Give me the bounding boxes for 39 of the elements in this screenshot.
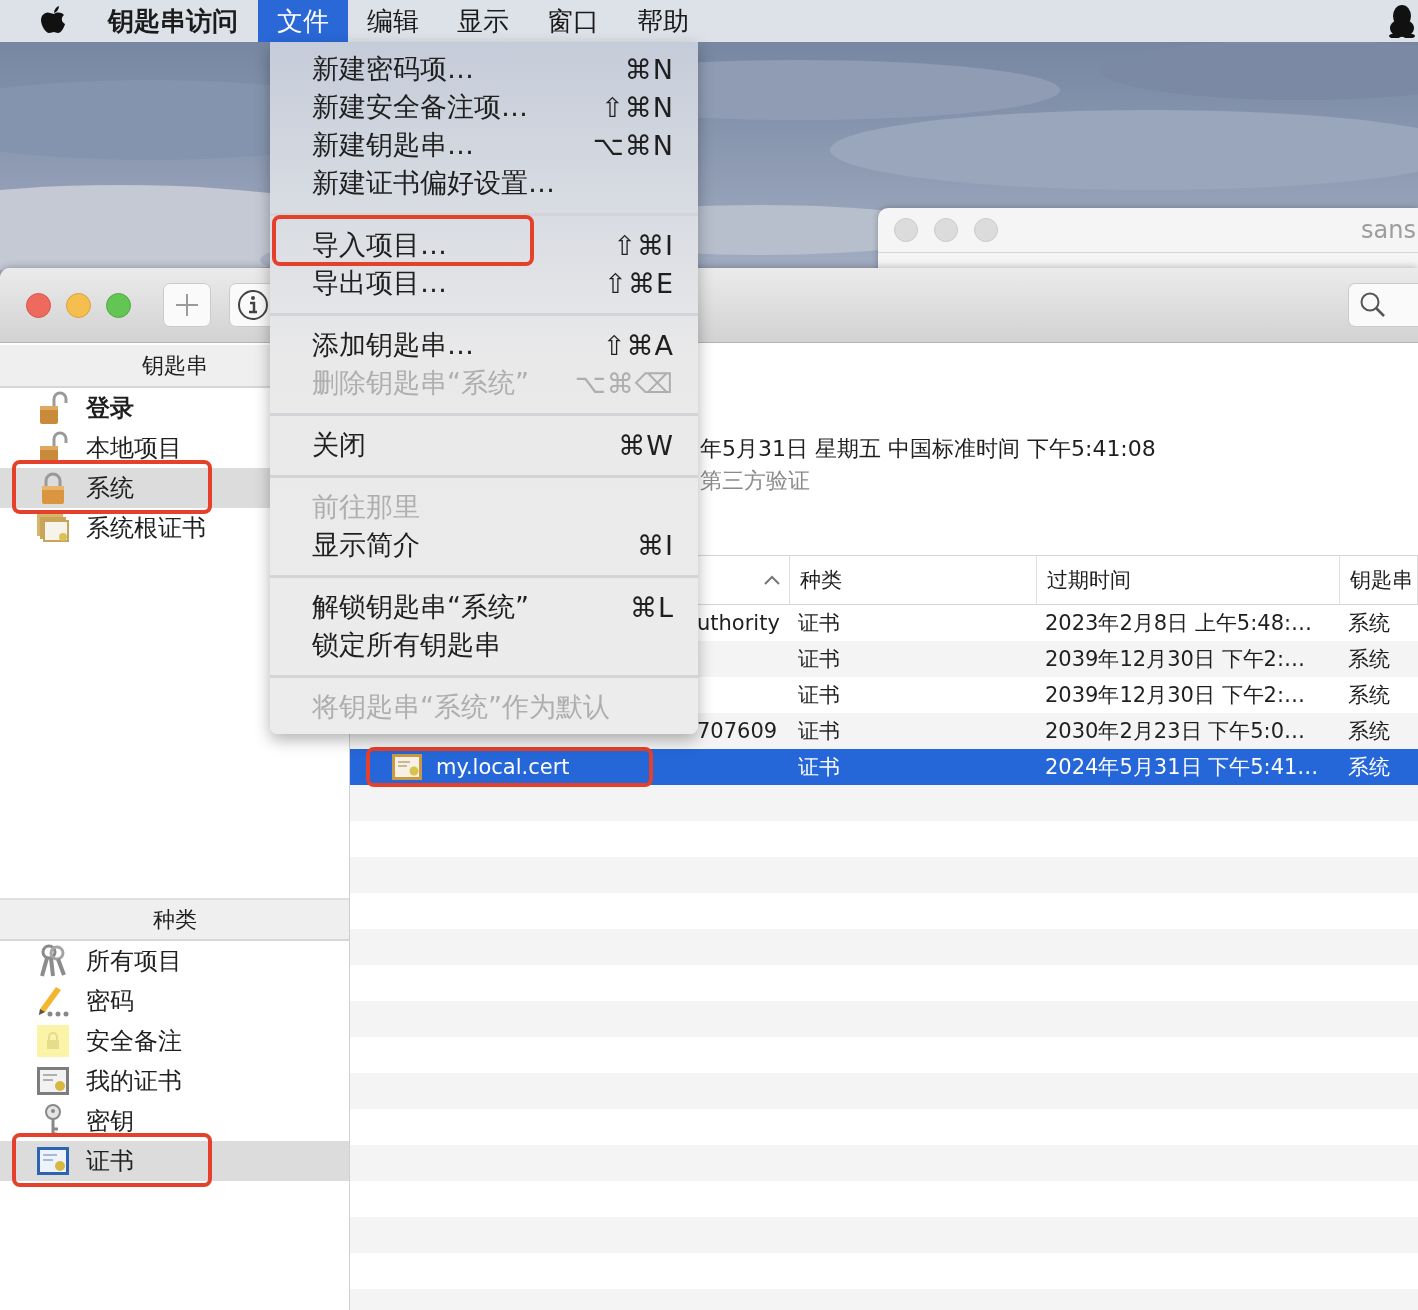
keyboard-shortcut: ⌘I [637,529,674,561]
keyboard-shortcut: ⌘W [618,429,674,461]
table-cell-text: 系统 [1347,754,1391,781]
table-cell-text: 2039年12月30日 下午2:… [1044,646,1306,673]
keyboard-shortcut: ⌘N [624,53,674,85]
menu-item-label: 新建密码项… [312,52,474,86]
keyboard-shortcut: ⇧⌘N [601,91,674,123]
table-cell-text: 系统 [1347,718,1391,745]
table-cell-text: 证书 [797,610,841,637]
table-cell-text: 系统 [1347,682,1391,709]
menu-item-label: 导出项目… [312,266,447,300]
section-header: 种类 [0,898,349,941]
detail-text: 第三方验证 [700,467,811,495]
menu-item-label: 新建证书偏好设置… [312,166,555,200]
menu-item-label: 导入项目… [312,228,447,262]
table-cell-text: 2030年2月23日 下午5:0… [1044,718,1306,745]
detail-text: 年5月31日 星期五 中国标准时间 下午5:41:08 [700,435,1157,463]
table-cell: uthority [697,611,780,635]
menu-item-label: 显示简介 [312,528,420,562]
table-cell-text: 2024年5月31日 下午5:41… [1044,754,1320,781]
table-cell-text: 证书 [797,754,841,781]
table-cell-text: 证书 [797,718,841,745]
table-cell-text: 证书 [797,682,841,709]
table-cell-text: 2023年2月8日 上午5:48:… [1044,610,1314,637]
keyboard-shortcut: ⇧⌘I [613,229,674,261]
menu-item-label: 新建钥匙串… [312,128,474,162]
table-cell-text: 2039年12月30日 下午2:… [1044,682,1306,709]
table-cell: 707609 [697,719,778,743]
table-cell: my.local.cert [436,755,570,779]
table-cell-text: 证书 [797,646,841,673]
table-cell-text: 系统 [1347,610,1391,637]
keyboard-shortcut: ⌥⌘N [592,129,674,161]
keyboard-shortcut: ⇧⌘E [604,267,674,299]
menu-item-label: 关闭 [312,428,366,462]
keyboard-shortcut: ⇧⌘A [602,329,674,361]
window-title: sans [1361,216,1417,244]
keyboard-shortcut: ⌥⌘⌫ [574,367,674,399]
table-cell-text: 系统 [1347,646,1391,673]
menu-item-label: 新建安全备注项… [312,90,528,124]
